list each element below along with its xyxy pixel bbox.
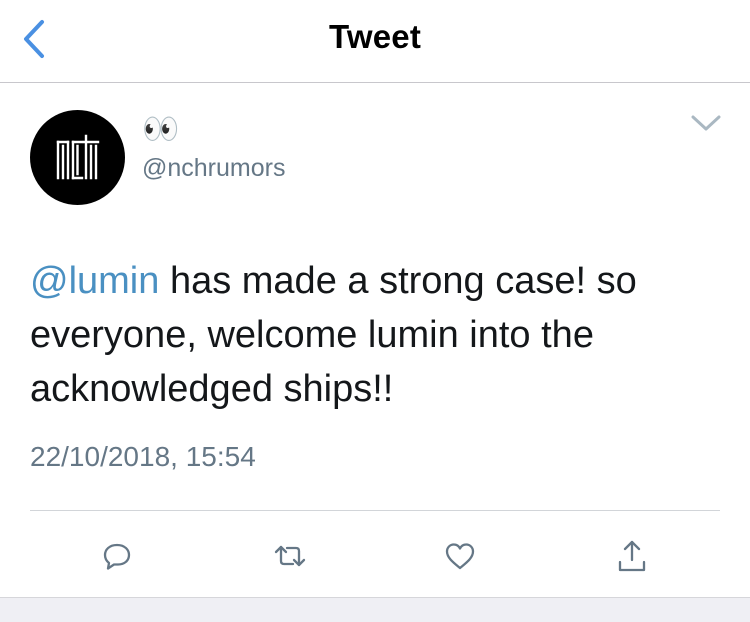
page-title: Tweet xyxy=(328,18,422,55)
like-button[interactable] xyxy=(440,536,480,576)
navigation-bar: Tweet xyxy=(0,0,750,83)
display-name[interactable]: 👀 xyxy=(142,113,179,147)
retweet-button[interactable] xyxy=(270,536,310,576)
tweet-menu-button[interactable] xyxy=(688,110,724,136)
bottom-separator xyxy=(0,597,750,622)
tweet-text: @lumin has made a strong case! so everyo… xyxy=(30,254,720,416)
tweet-header: 👀 @nchrumors xyxy=(0,83,750,223)
chevron-down-icon xyxy=(691,115,721,131)
retweet-icon xyxy=(274,545,306,567)
share-icon xyxy=(618,540,646,572)
tweet-action-bar xyxy=(0,511,750,596)
avatar[interactable] xyxy=(30,110,125,205)
reply-icon xyxy=(103,543,131,570)
username[interactable]: @nchrumors xyxy=(142,154,285,183)
reply-button[interactable] xyxy=(97,536,137,576)
nct-logo-icon xyxy=(56,134,99,179)
mention-link[interactable]: @lumin xyxy=(30,260,159,302)
tweet-timestamp: 22/10/2018, 15:54 xyxy=(30,441,256,472)
heart-icon xyxy=(445,543,475,570)
share-button[interactable] xyxy=(612,536,652,576)
